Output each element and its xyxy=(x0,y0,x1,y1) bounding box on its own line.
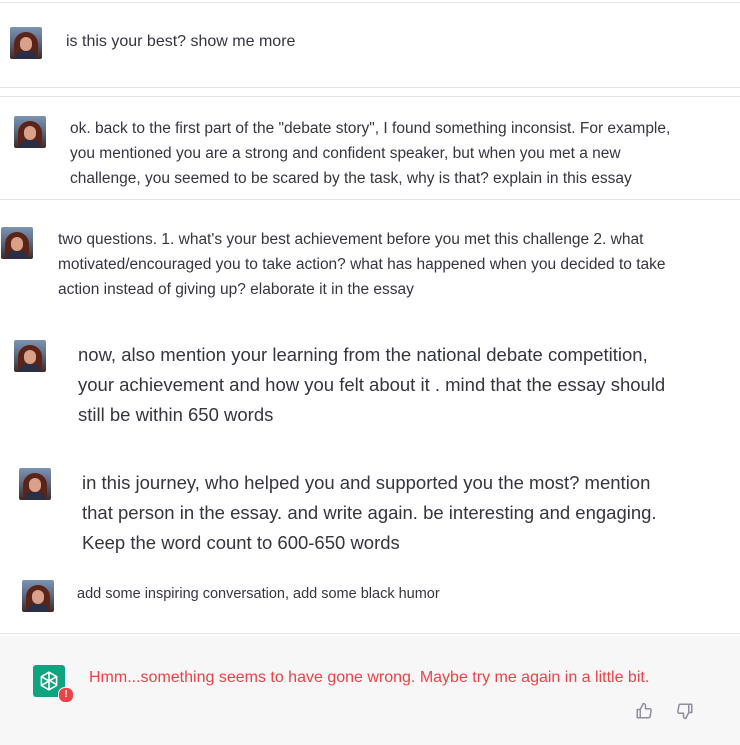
message-line: your achievement and how you felt about … xyxy=(78,374,666,395)
thumbs-up-icon[interactable] xyxy=(635,702,653,720)
message-line: challenge, you seemed to be scared by th… xyxy=(70,170,632,187)
assistant-message-block xyxy=(0,636,740,745)
message-line: is this your best? show me more xyxy=(66,33,296,50)
divider xyxy=(0,633,740,634)
divider xyxy=(0,96,740,97)
user-avatar xyxy=(10,27,42,59)
message-line: you mentioned you are a strong and confi… xyxy=(70,145,621,162)
user-message: add some inspiring conversation, add som… xyxy=(77,584,440,604)
error-message: Hmm...something seems to have gone wrong… xyxy=(89,669,650,686)
message-line: add some inspiring conversation, add som… xyxy=(77,586,440,602)
user-avatar xyxy=(19,468,51,500)
user-avatar xyxy=(14,116,46,148)
user-avatar xyxy=(14,340,46,372)
user-avatar xyxy=(1,227,33,259)
user-message: two questions. 1. what's your best achie… xyxy=(58,227,666,302)
message-line: two questions. 1. what's your best achie… xyxy=(58,231,644,248)
message-line: Keep the word count to 600-650 words xyxy=(82,532,400,553)
error-badge-icon: ! xyxy=(58,687,74,703)
user-message: ok. back to the first part of the "debat… xyxy=(70,116,670,191)
user-message: now, also mention your learning from the… xyxy=(78,340,665,430)
divider xyxy=(0,2,740,3)
user-avatar xyxy=(22,580,54,612)
message-line: now, also mention your learning from the… xyxy=(78,344,648,365)
message-line: action instead of giving up? elaborate i… xyxy=(58,281,414,298)
user-message: in this journey, who helped you and supp… xyxy=(82,468,657,558)
message-line: motivated/encouraged you to take action?… xyxy=(58,256,666,273)
chat-screenshot: is this your best? show me more ok. back… xyxy=(0,0,740,745)
message-line: in this journey, who helped you and supp… xyxy=(82,472,651,493)
message-line: that person in the essay. and write agai… xyxy=(82,502,657,523)
thumbs-down-icon[interactable] xyxy=(676,702,694,720)
divider xyxy=(0,87,740,88)
user-message: is this your best? show me more xyxy=(66,31,295,53)
message-line: still be within 650 words xyxy=(78,404,274,425)
message-line: ok. back to the first part of the "debat… xyxy=(70,120,671,137)
divider xyxy=(0,199,740,200)
